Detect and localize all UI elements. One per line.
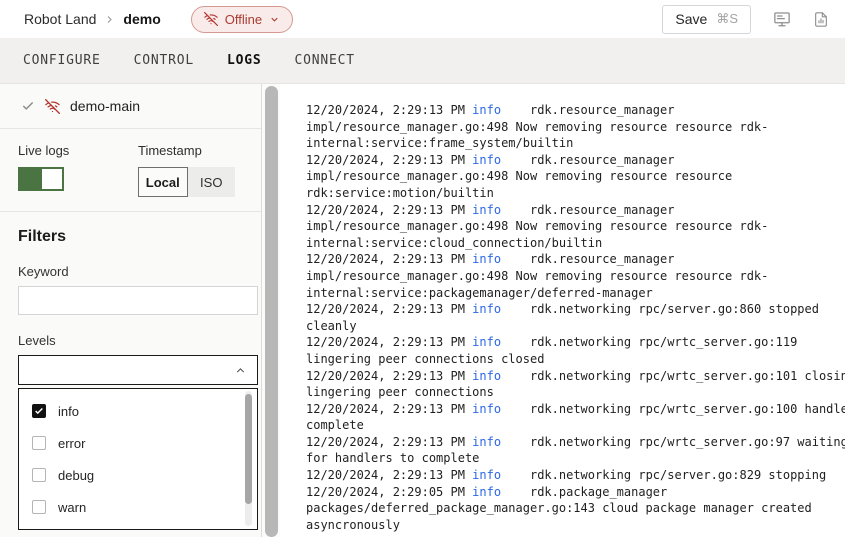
log-time: 12/20/2024, 2:29:13 PM [306, 252, 472, 266]
log-level-badge: info [472, 302, 501, 316]
log-time: 12/20/2024, 2:29:13 PM [306, 369, 472, 383]
tab-configure[interactable]: CONFIGURE [23, 53, 101, 68]
timestamp-option-iso[interactable]: ISO [188, 167, 236, 197]
levels-option-list: info error debug warn [19, 395, 257, 523]
log-message: rdk.networking rpc/server.go:829 stoppin… [501, 468, 826, 482]
tab-connect[interactable]: CONNECT [295, 53, 355, 68]
levels-select[interactable] [18, 355, 258, 385]
timestamp-segmented-control: LocalISO [138, 167, 235, 197]
log-entry: 12/20/2024, 2:29:13 PM info rdk.networki… [306, 368, 845, 401]
live-logs-toggle[interactable] [18, 167, 64, 191]
report-document-icon[interactable] [813, 11, 829, 28]
level-option-label: warn [58, 500, 86, 515]
log-time: 12/20/2024, 2:29:13 PM [306, 103, 472, 117]
log-level-badge: info [472, 485, 501, 499]
log-time: 12/20/2024, 2:29:13 PM [306, 435, 472, 449]
levels-label: Levels [18, 333, 258, 348]
status-badge-label: Offline [225, 12, 262, 27]
machine-monitor-icon[interactable] [773, 10, 791, 28]
log-level-badge: info [472, 435, 501, 449]
log-entry: 12/20/2024, 2:29:13 PM info rdk.networki… [306, 467, 845, 484]
save-button-label: Save [675, 11, 707, 27]
levels-dropdown: info error debug warn [18, 388, 258, 530]
tab-logs[interactable]: LOGS [227, 53, 262, 68]
log-level-badge: info [472, 402, 501, 416]
log-level-badge: info [472, 468, 501, 482]
timestamp-label: Timestamp [138, 143, 235, 158]
level-checkbox[interactable] [32, 468, 46, 482]
log-entry: 12/20/2024, 2:29:13 PM info rdk.networki… [306, 434, 845, 467]
log-level-badge: info [472, 369, 501, 383]
chevron-right-icon [105, 15, 114, 24]
log-level-badge: info [472, 252, 501, 266]
log-time: 12/20/2024, 2:29:13 PM [306, 468, 472, 482]
log-time: 12/20/2024, 2:29:13 PM [306, 402, 472, 416]
log-level-badge: info [472, 335, 501, 349]
log-controls: Live logs Timestamp LocalISO [0, 129, 261, 212]
log-time: 12/20/2024, 2:29:13 PM [306, 335, 472, 349]
level-option-label: debug [58, 468, 94, 483]
breadcrumb: Robot Land demo [24, 11, 161, 27]
log-time: 12/20/2024, 2:29:05 PM [306, 485, 472, 499]
log-entry: 12/20/2024, 2:29:13 PM info rdk.resource… [306, 202, 845, 252]
log-entry: 12/20/2024, 2:29:13 PM info rdk.resource… [306, 102, 845, 152]
app-header: Robot Land demo Offline Save ⌘S [0, 0, 845, 38]
level-checkbox[interactable] [32, 436, 46, 450]
level-option-label: error [58, 436, 85, 451]
part-name: demo-main [70, 98, 140, 114]
log-entry: 12/20/2024, 2:29:13 PM info rdk.networki… [306, 301, 845, 334]
logs-scrollbar-thumb[interactable] [265, 86, 278, 537]
log-stream: 12/20/2024, 2:29:13 PM info rdk.resource… [306, 102, 845, 533]
part-row[interactable]: demo-main [0, 84, 261, 129]
level-checkbox[interactable] [32, 404, 46, 418]
machine-status-badge[interactable]: Offline [191, 6, 293, 33]
save-button[interactable]: Save ⌘S [662, 5, 751, 34]
log-level-badge: info [472, 103, 501, 117]
filters-section: Filters Keyword Levels info error [0, 212, 261, 530]
chevron-up-icon [234, 364, 247, 377]
breadcrumb-root[interactable]: Robot Land [24, 11, 96, 27]
level-checkbox[interactable] [32, 500, 46, 514]
live-logs-label: Live logs [18, 143, 138, 158]
dropdown-scrollbar-thumb[interactable] [245, 394, 252, 504]
level-option-label: info [58, 404, 79, 419]
tab-control[interactable]: CONTROL [134, 53, 194, 68]
check-icon [21, 99, 35, 113]
log-time: 12/20/2024, 2:29:13 PM [306, 203, 472, 217]
level-option-warn[interactable]: warn [19, 491, 257, 523]
log-entry: 12/20/2024, 2:29:05 PM info rdk.package_… [306, 484, 845, 534]
log-level-badge: info [472, 203, 501, 217]
timestamp-option-local[interactable]: Local [138, 167, 188, 197]
chevron-down-icon [269, 14, 280, 25]
logs-scrollbar [262, 84, 280, 537]
level-option-info[interactable]: info [19, 395, 257, 427]
log-time: 12/20/2024, 2:29:13 PM [306, 153, 472, 167]
logs-filter-sidebar: demo-main Live logs Timestamp LocalISO F… [0, 84, 262, 537]
log-level-badge: info [472, 153, 501, 167]
level-option-debug[interactable]: debug [19, 459, 257, 491]
filters-title: Filters [18, 228, 258, 246]
keyword-label: Keyword [18, 264, 258, 279]
logs-panel: 12/20/2024, 2:29:13 PM info rdk.resource… [280, 84, 845, 537]
tab-bar: CONFIGURE CONTROL LOGS CONNECT [0, 38, 845, 84]
log-time: 12/20/2024, 2:29:13 PM [306, 302, 472, 316]
save-shortcut: ⌘S [716, 11, 738, 27]
toggle-knob [42, 169, 62, 189]
breadcrumb-current: demo [123, 11, 160, 27]
log-entry: 12/20/2024, 2:29:13 PM info rdk.networki… [306, 334, 845, 367]
log-entry: 12/20/2024, 2:29:13 PM info rdk.resource… [306, 251, 845, 301]
wifi-off-icon [204, 12, 218, 26]
log-entry: 12/20/2024, 2:29:13 PM info rdk.networki… [306, 401, 845, 434]
log-entry: 12/20/2024, 2:29:13 PM info rdk.resource… [306, 152, 845, 202]
wifi-off-icon [45, 99, 60, 114]
level-option-error[interactable]: error [19, 427, 257, 459]
keyword-input[interactable] [18, 286, 258, 315]
